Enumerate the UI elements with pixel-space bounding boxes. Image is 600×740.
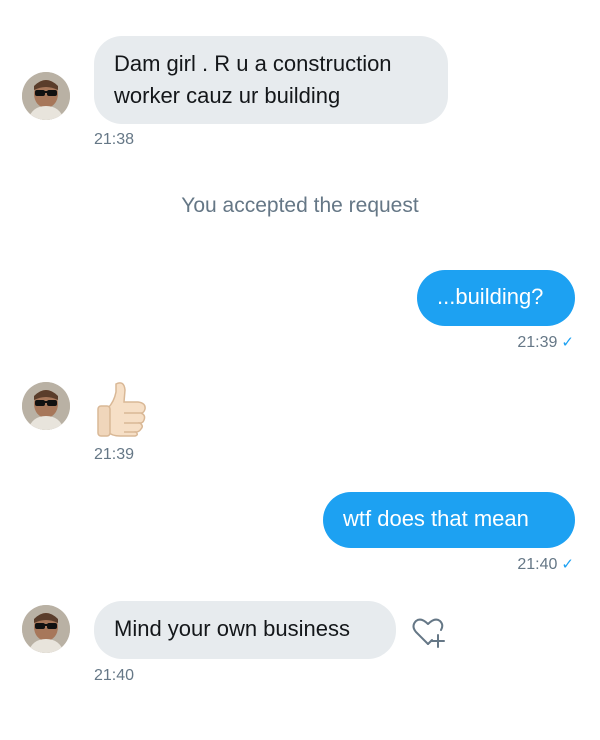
message-timestamp: 21:39 [517,334,558,351]
message-timestamp-row: 21:40 ✓ [440,555,574,575]
message-timestamp: 21:39 [94,446,135,463]
message-bubble-outgoing[interactable]: wtf does that mean [323,492,575,548]
message-bubble-incoming[interactable]: Mind your own business [94,601,396,659]
message-timestamp: 21:38 [94,131,135,148]
checkmark-icon: ✓ [561,556,574,573]
message-timestamp-row: 21:39 ✓ [440,333,574,353]
heart-plus-icon[interactable] [410,614,446,655]
message-timestamp: 21:40 [94,667,135,684]
message-text-line: worker cauz ur building [114,83,341,108]
message-bubble-outgoing[interactable]: ...building? [417,270,575,326]
message-text: Mind your own business [114,616,351,641]
sender-avatar[interactable] [22,72,70,120]
message-timestamp: 21:40 [517,556,558,573]
request-accepted-notice: You accepted the request [181,194,419,217]
message-bubble-incoming[interactable]: Dam girl . R u a construction worker cau… [94,36,448,124]
sender-avatar[interactable] [22,382,70,430]
message-text: wtf does that mean [343,506,529,531]
message-text-line: Dam girl . R u a construction [114,51,392,76]
message-text: ...building? [437,284,544,309]
sender-avatar[interactable] [22,605,70,653]
checkmark-icon: ✓ [561,334,574,351]
thumbs-up-emoji[interactable] [94,378,154,443]
